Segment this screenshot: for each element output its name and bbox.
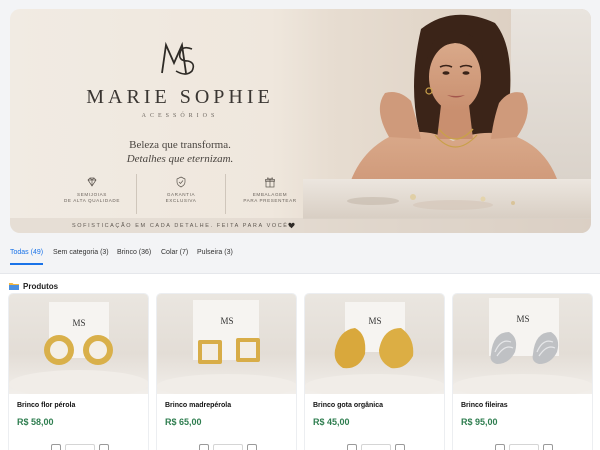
product-image[interactable]: MS — [453, 294, 592, 394]
quantity-decrease-button[interactable] — [495, 444, 505, 450]
feature-quality: SEMIJOIAS DE ALTA QUALIDADE — [48, 174, 136, 214]
banner-footer-text: SOFISTICAÇÃO EM CADA DETALHE. FEITA PARA… — [72, 223, 292, 229]
quantity-input[interactable] — [509, 444, 539, 450]
quantity-decrease-button[interactable] — [51, 444, 61, 450]
products-title: Produtos — [23, 281, 59, 291]
quantity-decrease-button[interactable] — [199, 444, 209, 450]
heart-icon — [288, 222, 295, 229]
quantity-increase-button[interactable] — [395, 444, 405, 450]
brand-name: MARIE SOPHIE — [86, 86, 274, 108]
banner-text-area: MARIE SOPHIE ACESSÓRIOS Beleza que trans… — [10, 9, 310, 233]
product-name: Brinco flor pérola — [17, 402, 76, 409]
quantity-decrease-button[interactable] — [347, 444, 357, 450]
tagline-line-1: Beleza que transforma. — [129, 139, 231, 151]
svg-text:MS: MS — [72, 318, 85, 328]
category-tabs: Todas (49) Sem categoria (3) Brinco (36)… — [0, 246, 600, 270]
product-price: R$ 95,00 — [461, 417, 498, 427]
product-card[interactable]: MS Brinco madrepérola R$ 65,00 — [157, 294, 296, 450]
product-price: R$ 65,00 — [165, 417, 202, 427]
quantity-increase-button[interactable] — [543, 444, 553, 450]
hero-banner: MARIE SOPHIE ACESSÓRIOS Beleza que trans… — [10, 9, 591, 233]
tab-sem-categoria[interactable]: Sem categoria (3) — [53, 246, 109, 260]
feature-list: SEMIJOIAS DE ALTA QUALIDADE GARANTIA EXC… — [48, 174, 314, 214]
products-section: Produtos MS Brinco flor pérola R$ 58,00 — [0, 274, 600, 450]
brand-logo — [161, 41, 195, 75]
feature-label-3b: PARA PRESENTEAR — [243, 198, 297, 203]
feature-label-1b: DE ALTA QUALIDADE — [64, 198, 120, 203]
svg-text:MS: MS — [368, 316, 381, 326]
shield-icon — [176, 176, 186, 188]
svg-text:MS: MS — [220, 316, 233, 326]
diamond-icon — [87, 177, 97, 187]
tab-colar[interactable]: Colar (7) — [161, 246, 188, 260]
svg-text:MS: MS — [516, 314, 529, 324]
folder-icon — [9, 283, 19, 290]
product-image[interactable]: MS — [305, 294, 444, 394]
product-card[interactable]: MS Brinco flor pérola R$ 58,00 — [9, 294, 148, 450]
product-name: Brinco gota orgânica — [313, 402, 384, 409]
quantity-increase-button[interactable] — [247, 444, 257, 450]
feature-label-2b: EXCLUSIVA — [165, 198, 197, 203]
feature-warranty: GARANTIA EXCLUSIVA — [136, 174, 225, 214]
quantity-input[interactable] — [361, 444, 391, 450]
product-price: R$ 45,00 — [313, 417, 350, 427]
store-page: MARIE SOPHIE ACESSÓRIOS Beleza que trans… — [0, 0, 600, 450]
products-header: Produtos — [9, 280, 58, 292]
product-image[interactable]: MS — [9, 294, 148, 394]
product-card[interactable]: MS Brinco gota orgânica R$ 45,00 — [305, 294, 444, 450]
brand-subtitle: ACESSÓRIOS — [141, 113, 219, 119]
quantity-input[interactable] — [65, 444, 95, 450]
tab-brinco[interactable]: Brinco (36) — [117, 246, 151, 260]
gift-icon — [265, 177, 275, 188]
tab-todas[interactable]: Todas (49) — [10, 246, 44, 265]
quantity-input[interactable] — [213, 444, 243, 450]
tagline-line-2: Detalhes que eternizam. — [126, 153, 234, 165]
feature-packaging: EMBALAGEM PARA PRESENTEAR — [225, 174, 314, 214]
product-name: Brinco madrepérola — [165, 402, 232, 409]
product-name: Brinco fileiras — [461, 402, 508, 409]
tab-pulseira[interactable]: Pulseira (3) — [197, 246, 233, 260]
banner-footer: SOFISTICAÇÃO EM CADA DETALHE. FEITA PARA… — [10, 218, 591, 233]
product-price: R$ 58,00 — [17, 417, 54, 427]
product-card[interactable]: MS Brinco fileiras R$ 95,00 — [453, 294, 592, 450]
product-image[interactable]: MS — [157, 294, 296, 394]
quantity-increase-button[interactable] — [99, 444, 109, 450]
